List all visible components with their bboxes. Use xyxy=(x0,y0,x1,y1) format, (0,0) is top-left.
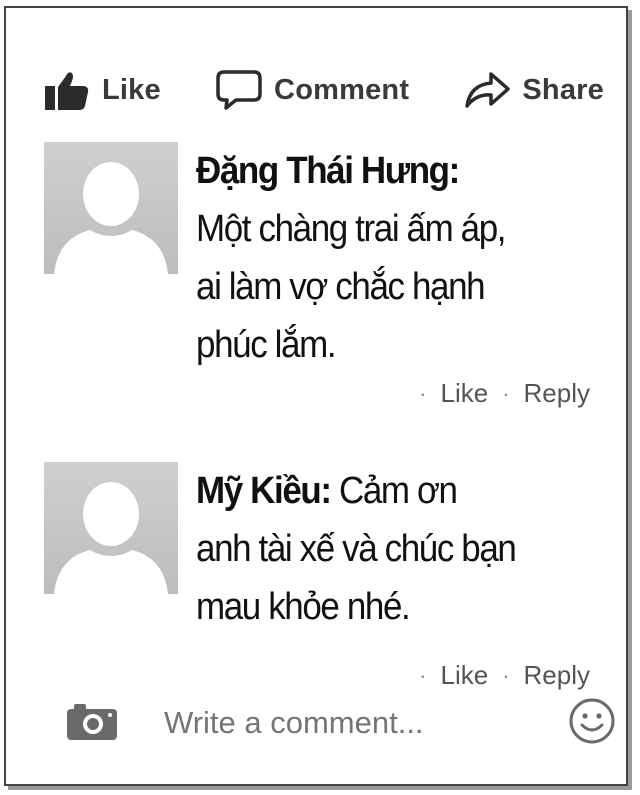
separator-dot: · xyxy=(502,380,510,406)
comment-line: Mỹ Kiều: Cảm ơn xyxy=(196,462,564,520)
camera-icon[interactable] xyxy=(66,701,118,746)
comment-meta: · Like · Reply xyxy=(405,660,590,691)
write-comment-input[interactable] xyxy=(164,705,568,741)
share-action-button[interactable]: Share xyxy=(464,70,604,110)
comment-author[interactable]: Đặng Thái Hưng xyxy=(196,150,450,192)
comment-item: Đặng Thái Hưng: Một chàng trai ấm áp, ai… xyxy=(44,142,614,412)
comment-line: ai làm vợ chắc hạnh xyxy=(196,266,486,308)
comment-line: anh tài xế và chúc bạn xyxy=(196,528,517,570)
thumbs-up-icon xyxy=(44,70,90,110)
smiley-icon[interactable] xyxy=(568,697,616,750)
comment-item: Mỹ Kiều: Cảm ơn anh tài xế và chúc bạn m… xyxy=(44,462,614,702)
avatar[interactable] xyxy=(44,142,178,274)
comment-reply-link[interactable]: Reply xyxy=(524,660,590,691)
comment-line: Đặng Thái Hưng: xyxy=(196,142,564,200)
separator-dot: · xyxy=(419,662,427,688)
like-action-button[interactable]: Like xyxy=(44,70,161,110)
separator-dot: · xyxy=(502,662,510,688)
author-separator: : xyxy=(448,150,461,192)
separator-dot: · xyxy=(419,380,427,406)
author-separator: : xyxy=(320,470,332,512)
comment-line: mau khỏe nhé. xyxy=(196,586,411,628)
comment-action-button[interactable]: Comment xyxy=(216,69,409,111)
comment-body: Đặng Thái Hưng: Một chàng trai ấm áp, ai… xyxy=(196,142,564,374)
comment-composer xyxy=(66,698,616,746)
avatar[interactable] xyxy=(44,462,178,594)
comment-body: Mỹ Kiều: Cảm ơn anh tài xế và chúc bạn m… xyxy=(196,462,564,636)
speech-bubble-icon xyxy=(216,69,262,111)
comment-meta: · Like · Reply xyxy=(405,378,590,409)
like-action-label: Like xyxy=(102,73,161,106)
comment-like-link[interactable]: Like xyxy=(440,378,488,409)
comment-line: phúc lắm. xyxy=(196,324,337,366)
comment-line: Một chàng trai ấm áp, xyxy=(196,208,507,250)
comment-action-label: Comment xyxy=(274,73,410,106)
comment-reply-link[interactable]: Reply xyxy=(524,378,590,409)
share-arrow-icon xyxy=(464,70,511,110)
comment-like-link[interactable]: Like xyxy=(440,660,488,691)
comment-first-line-text: Cảm ơn xyxy=(338,470,458,512)
share-action-label: Share xyxy=(522,73,604,106)
post-actions-bar: Like Comment Share xyxy=(44,66,604,114)
comment-author[interactable]: Mỹ Kiều xyxy=(196,470,322,512)
